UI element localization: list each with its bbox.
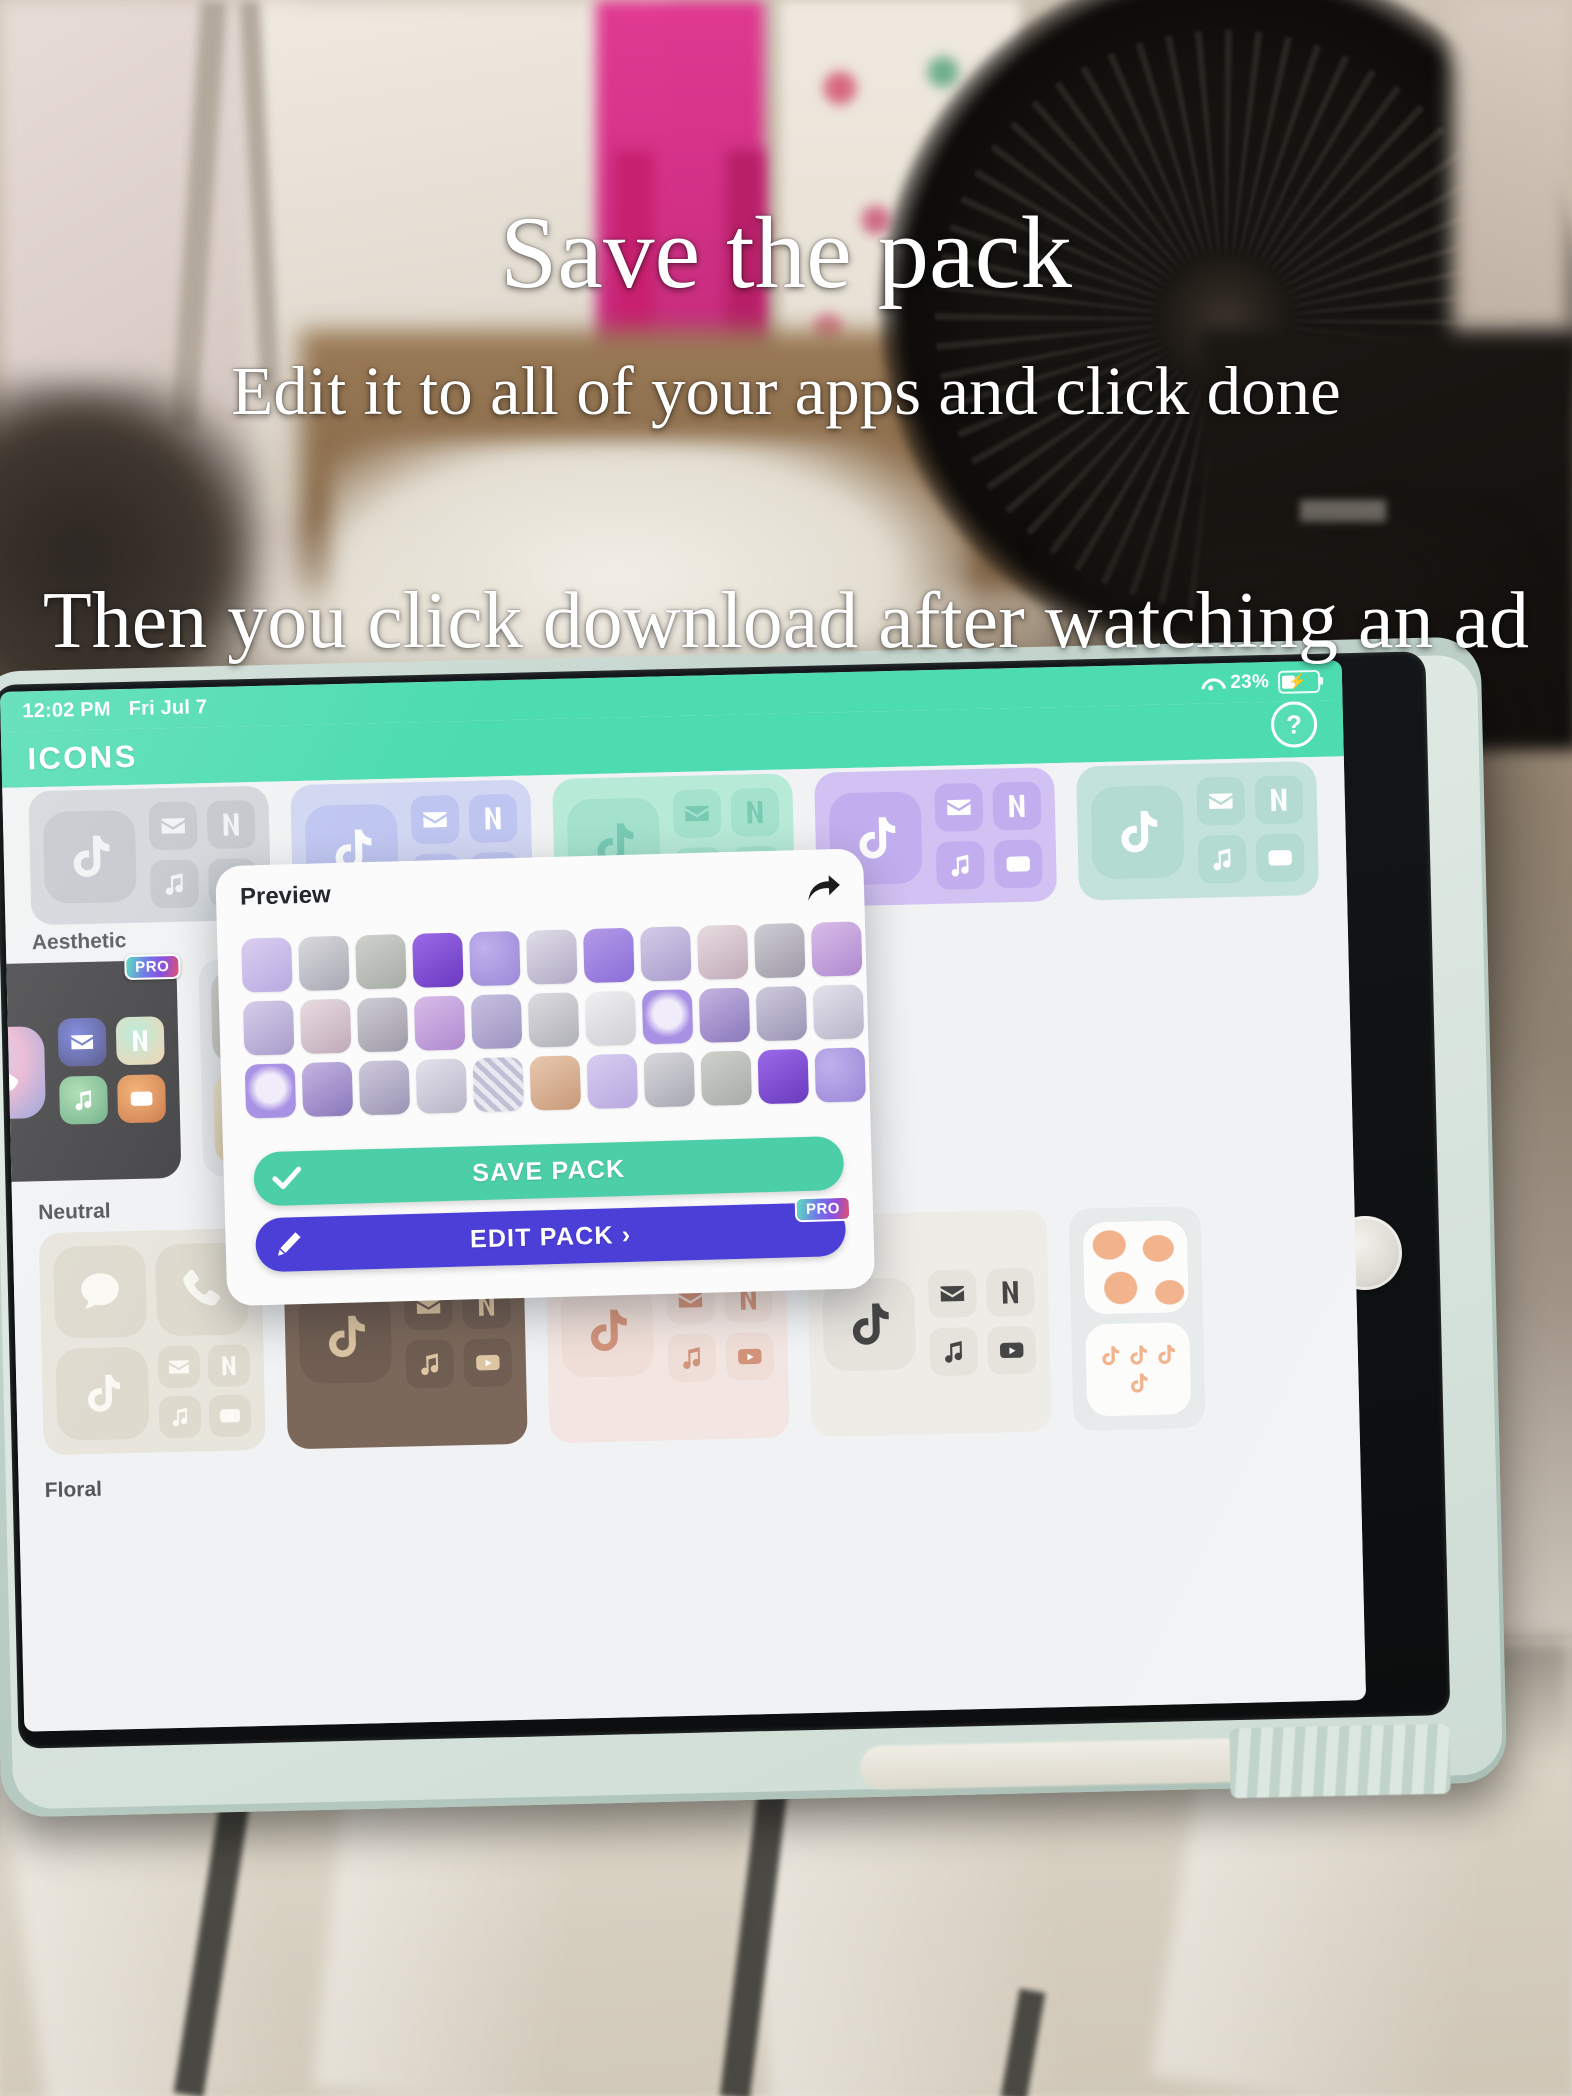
preview-icon-lilac-watch[interactable] — [753, 922, 806, 979]
pro-badge: PRO — [123, 953, 181, 981]
preview-icon-lilac-cloth[interactable] — [586, 1053, 639, 1110]
app-title: ICONS — [27, 738, 139, 777]
preview-icon-lilac-cloth[interactable] — [241, 937, 293, 993]
checkmark-icon — [269, 1161, 304, 1196]
share-arrow-icon[interactable] — [806, 873, 843, 909]
preview-icon-purple-hearts-tray[interactable] — [526, 929, 578, 985]
preview-icon-purple-beetle-car[interactable] — [810, 921, 863, 977]
save-pack-label: SAVE PACK — [471, 1154, 626, 1187]
edit-pack-label: EDIT PACK › — [469, 1220, 632, 1253]
pencil-icon — [271, 1227, 306, 1262]
preview-icon-purple-street[interactable] — [698, 987, 751, 1043]
preview-icon-checkered-bag[interactable] — [472, 1056, 525, 1113]
preview-icon-purple-tiles[interactable] — [583, 927, 635, 984]
preview-icon-silver-headphones[interactable] — [298, 935, 350, 992]
preview-icon-lilac-keyboard[interactable] — [640, 926, 692, 982]
preview-icon-purple-hello-kitty[interactable] — [412, 932, 464, 988]
preview-icon-purple-glasses[interactable] — [415, 1058, 468, 1114]
wifi-icon — [1201, 676, 1221, 690]
status-time: 12:02 PM — [22, 697, 111, 722]
case-ribs — [1229, 1723, 1451, 1799]
modal-title: Preview — [239, 881, 332, 911]
preview-icon-purple-butterfly[interactable] — [470, 993, 523, 1050]
preview-icon-grid[interactable] — [241, 921, 866, 1119]
preview-icon-lilac-nails[interactable] — [696, 924, 749, 980]
preview-icon-grey-stripes[interactable] — [527, 992, 580, 1048]
tablet-screen: 12:02 PM Fri Jul 7 23% ⚡ ICONS ? Aesthet… — [0, 660, 1367, 1732]
preview-icon-lavender-bubbles[interactable] — [814, 1047, 866, 1103]
save-pack-button[interactable]: SAVE PACK — [253, 1135, 845, 1207]
preview-icon-bunny-sunglasses[interactable] — [529, 1055, 582, 1111]
status-date: Fri Jul 7 — [128, 695, 208, 720]
preview-icon-purple-heart-blur[interactable] — [244, 1063, 297, 1119]
preview-modal: Preview SAVE PACK EDIT PACK › PRO — [215, 848, 876, 1307]
pro-badge: PRO — [794, 1195, 852, 1223]
stylus-holder — [859, 1737, 1251, 1791]
preview-icon-purple-heart-blur[interactable] — [641, 989, 694, 1045]
preview-icon-purple-cap[interactable] — [755, 985, 808, 1042]
preview-icon-purple-hello-kitty[interactable] — [757, 1048, 809, 1105]
edit-pack-button[interactable]: EDIT PACK › PRO — [254, 1195, 852, 1273]
preview-icon-lilac-watch[interactable] — [356, 997, 409, 1053]
preview-icon-purple-cap[interactable] — [358, 1060, 411, 1116]
preview-icon-lilac-nails[interactable] — [299, 998, 352, 1055]
preview-icon-purple-street[interactable] — [301, 1061, 354, 1117]
pack-browser: Aesthetic PRO Neutral Floral Preview SAV… — [2, 756, 1367, 1732]
screenshot-stage: 12:02 PM Fri Jul 7 23% ⚡ ICONS ? Aesthet… — [0, 0, 1572, 2096]
battery-percent: 23% — [1230, 671, 1270, 693]
preview-icon-silver-headphones[interactable] — [643, 1052, 696, 1108]
preview-icon-purple-beetle-car[interactable] — [413, 995, 466, 1051]
preview-icon-white-phone-case[interactable] — [584, 990, 637, 1047]
preview-icon-grey-sneaker[interactable] — [700, 1050, 753, 1106]
preview-icon-grey-sneaker[interactable] — [355, 934, 407, 990]
preview-icon-purple-glasses[interactable] — [812, 984, 865, 1040]
battery-charging-icon: ⚡ — [1277, 669, 1321, 694]
preview-icon-lilac-keyboard[interactable] — [242, 1000, 295, 1056]
preview-icon-lavender-bubbles[interactable] — [469, 930, 521, 987]
